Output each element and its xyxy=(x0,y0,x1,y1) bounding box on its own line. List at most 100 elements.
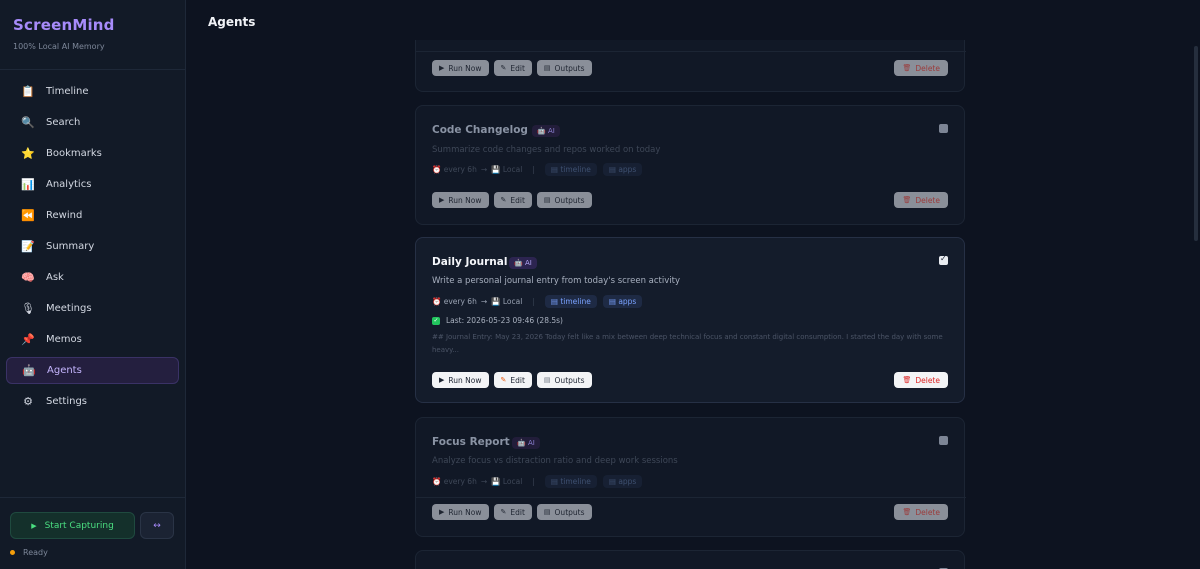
clock-icon: ⏰ xyxy=(432,165,444,174)
agent-card: Daily Journal 🤖 AI Write a personal jour… xyxy=(415,237,965,403)
outputs-button[interactable]: ▤ Outputs xyxy=(536,372,592,388)
sidebar-item-label: Ask xyxy=(46,272,64,283)
agent-schedule: every 6h xyxy=(443,297,477,306)
trash-icon: 🗑 xyxy=(902,64,912,72)
pencil-icon: ✎ xyxy=(500,376,507,384)
clock-icon: ⏰ xyxy=(432,477,444,486)
agent-tag: ▤ timeline xyxy=(544,163,597,176)
sidebar-nav: 📋 Timeline 🔍 Search ⭐ Bookmarks 📊 Analytics … xyxy=(0,70,185,415)
agent-name: Code Changelog xyxy=(432,124,528,136)
agent-meta: ⏰ every 6h → 💾 Local | ▤ timeline ▤ apps xyxy=(432,295,648,308)
pencil-icon: ✎ xyxy=(500,508,507,516)
delete-button[interactable]: 🗑 Delete xyxy=(894,60,948,76)
scrollbar[interactable] xyxy=(1194,46,1198,241)
outputs-button[interactable]: ▤ Outputs xyxy=(536,60,592,76)
play-icon: ▶ xyxy=(439,376,445,384)
link-button[interactable]: ↔ xyxy=(140,512,174,539)
arrow-icon: → xyxy=(480,477,488,486)
robot-icon: 🤖 xyxy=(22,364,36,377)
run-now-button[interactable]: ▶ Run Now xyxy=(432,504,489,520)
agent-tag: ▤ apps xyxy=(602,475,643,488)
delete-button[interactable]: 🗑 Delete xyxy=(894,372,948,388)
agent-actions: ▶ Run Now ✎ Edit ▤ Outputs xyxy=(432,372,597,388)
agent-tag: ▤ apps xyxy=(602,295,643,308)
edit-button[interactable]: ✎ Edit xyxy=(493,192,532,208)
sidebar-item-label: Agents xyxy=(47,365,82,376)
edit-button[interactable]: ✎ Edit xyxy=(493,60,532,76)
robot-icon: 🤖 xyxy=(517,439,528,447)
agent-enabled-checkbox[interactable] xyxy=(939,124,948,133)
trash-icon: 🗑 xyxy=(902,376,912,384)
play-icon: ▶ xyxy=(439,64,445,72)
sidebar-item-label: Memos xyxy=(46,334,82,345)
sidebar-item-timeline[interactable]: 📋 Timeline xyxy=(6,78,179,105)
pencil-icon: ✎ xyxy=(500,196,507,204)
run-now-button[interactable]: ▶ Run Now xyxy=(432,372,489,388)
sidebar-item-rewind[interactable]: ⏪ Rewind xyxy=(6,202,179,229)
agent-tag: ▤ timeline xyxy=(544,295,597,308)
star-icon: ⭐ xyxy=(21,147,35,160)
outputs-button[interactable]: ▤ Outputs xyxy=(536,192,592,208)
sidebar-item-ask[interactable]: 🧠 Ask xyxy=(6,264,179,291)
sidebar-item-settings[interactable]: ⚙ Settings xyxy=(6,388,179,415)
sidebar-item-label: Meetings xyxy=(46,303,92,314)
agent-card-partial: ▶ Run Now ✎ Edit ▤ Outputs 🗑 Delete xyxy=(415,40,966,92)
check-icon: ✓ xyxy=(432,316,440,325)
sidebar: ScreenMind 100% Local AI Memory 📋 Timelin… xyxy=(0,0,186,569)
edit-button[interactable]: ✎ Edit xyxy=(493,504,532,520)
robot-icon: 🤖 xyxy=(514,259,525,267)
agent-target: Local xyxy=(502,297,523,306)
ai-badge: 🤖 AI xyxy=(509,257,537,269)
disk-icon: 💾 xyxy=(491,477,503,486)
sidebar-item-memos[interactable]: 📌 Memos xyxy=(6,326,179,353)
page-title: Agents xyxy=(208,15,256,29)
start-capturing-label: Start Capturing xyxy=(44,520,114,531)
delete-button[interactable]: 🗑 Delete xyxy=(894,192,948,208)
agent-meta: ⏰ every 6h → 💾 Local | ▤ timeline ▤ apps xyxy=(432,475,648,488)
agent-enabled-checkbox[interactable] xyxy=(939,436,948,445)
arrow-icon: → xyxy=(480,297,488,306)
trash-icon: 🗑 xyxy=(902,196,912,204)
chart-icon: 📊 xyxy=(21,178,35,191)
play-icon: ▶ xyxy=(439,508,445,516)
agent-card-partial xyxy=(415,550,965,569)
sidebar-item-label: Settings xyxy=(46,396,88,407)
agent-meta: ⏰ every 6h → 💾 Local | ▤ timeline ▤ apps xyxy=(432,163,648,176)
outputs-button[interactable]: ▤ Outputs xyxy=(536,504,592,520)
agent-target: Local xyxy=(502,165,523,174)
ai-badge: 🤖 AI xyxy=(512,437,540,449)
sidebar-item-label: Rewind xyxy=(46,210,83,221)
sidebar-item-summary[interactable]: 📝 Summary xyxy=(6,233,179,260)
run-now-button[interactable]: ▶ Run Now xyxy=(432,60,489,76)
agent-actions: ▶ Run Now ✎ Edit ▤ Outputs xyxy=(432,504,597,520)
sidebar-item-search[interactable]: 🔍 Search xyxy=(6,109,179,136)
edit-button[interactable]: ✎ Edit xyxy=(493,372,532,388)
sidebar-item-bookmarks[interactable]: ⭐ Bookmarks xyxy=(6,140,179,167)
start-capturing-button[interactable]: ▶ Start Capturing xyxy=(10,512,135,539)
document-icon: ▤ xyxy=(543,376,551,384)
play-icon: ▶ xyxy=(31,521,37,530)
agent-description: Write a personal journal entry from toda… xyxy=(432,276,680,286)
agent-name: Daily Journal xyxy=(432,256,508,268)
robot-icon: 🤖 xyxy=(537,127,548,135)
sidebar-item-agents[interactable]: 🤖 Agents xyxy=(6,357,179,384)
agent-actions: ▶ Run Now ✎ Edit ▤ Outputs xyxy=(432,60,597,76)
agent-name: Focus Report xyxy=(432,436,510,448)
agent-enabled-checkbox[interactable] xyxy=(939,254,948,265)
agent-card: Focus Report 🤖 AI Analyze focus vs distr… xyxy=(415,417,966,537)
agent-description: Analyze focus vs distraction ratio and d… xyxy=(432,456,678,466)
agent-card: Code Changelog 🤖 AI Summarize code chang… xyxy=(415,105,965,225)
sidebar-item-label: Bookmarks xyxy=(46,148,102,159)
run-now-button[interactable]: ▶ Run Now xyxy=(432,192,489,208)
ai-badge: 🤖 AI xyxy=(532,125,560,137)
status-dot-icon xyxy=(10,550,15,555)
clock-icon: ⏰ xyxy=(432,297,444,306)
agent-output-preview: ## Journal Entry: May 23, 2026 Today fel… xyxy=(432,333,943,354)
play-icon: ▶ xyxy=(439,196,445,204)
search-icon: 🔍 xyxy=(21,116,35,129)
agent-last-run: ✓ Last: 2026-05-23 09:46 (28.5s) xyxy=(432,316,563,325)
sidebar-item-meetings[interactable]: 🎙 Meetings xyxy=(6,295,179,322)
delete-button[interactable]: 🗑 Delete xyxy=(894,504,948,520)
sidebar-item-analytics[interactable]: 📊 Analytics xyxy=(6,171,179,198)
arrow-icon: → xyxy=(480,165,488,174)
